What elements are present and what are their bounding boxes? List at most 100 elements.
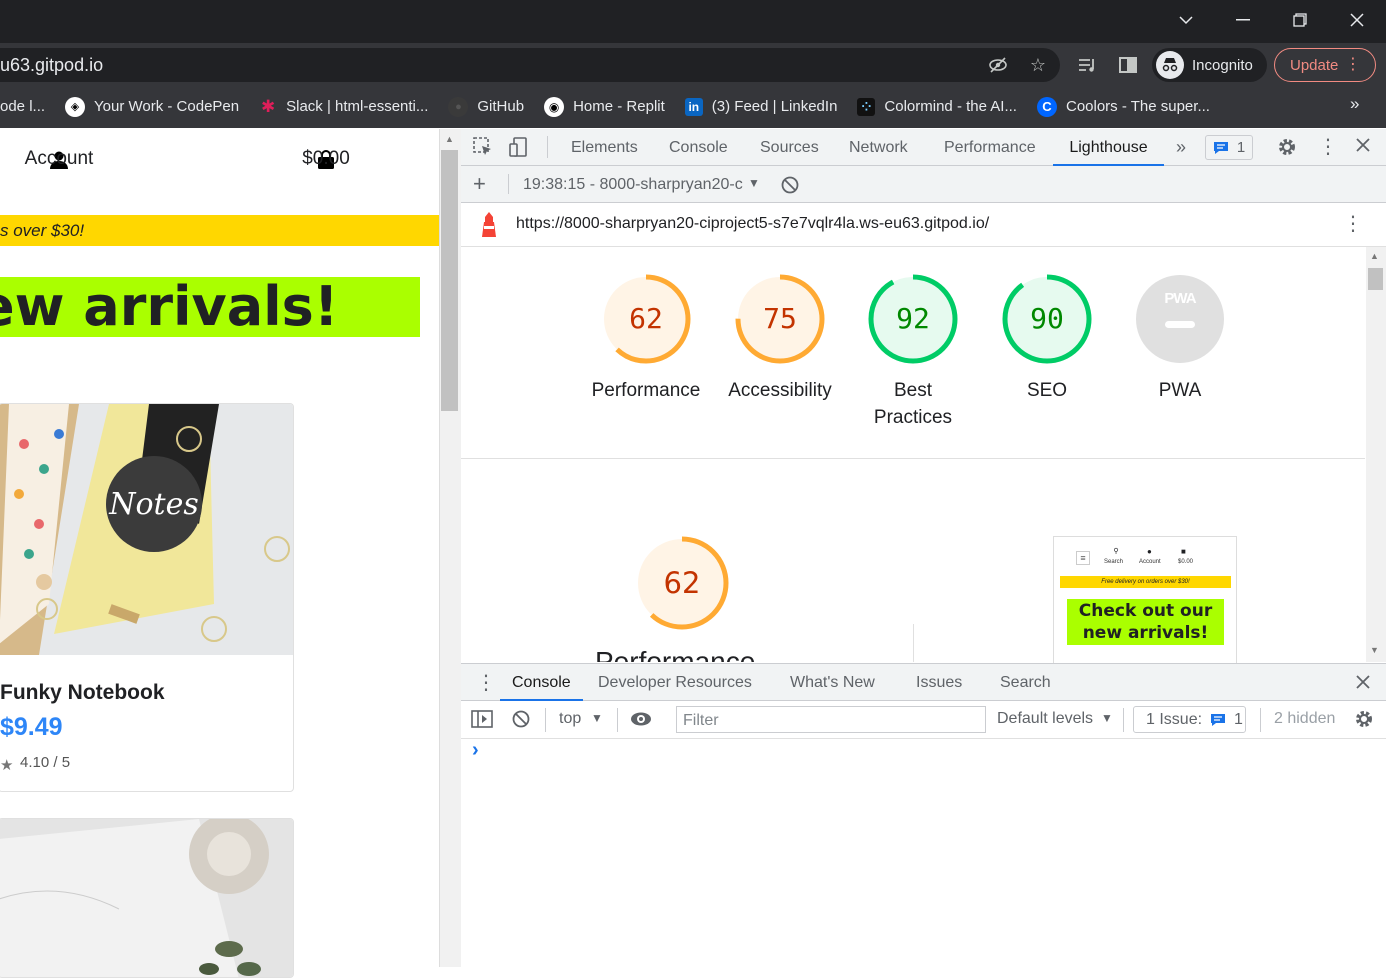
scroll-down-icon[interactable]: ▼ <box>1370 645 1379 655</box>
coolors-icon: C <box>1036 96 1057 117</box>
thumb-account-icon: ● <box>1147 547 1152 556</box>
url-text[interactable]: u63.gitpod.io <box>0 55 103 76</box>
bookmark-label: Your Work - CodePen <box>94 98 240 115</box>
console-filter-input[interactable]: Filter <box>676 706 986 733</box>
log-levels-dropdown[interactable]: Default levels <box>997 710 1093 728</box>
toolbar-divider <box>545 708 546 732</box>
pwa-gauge[interactable]: PWA <box>1134 273 1226 365</box>
bookmark-label: Slack | html-essenti... <box>286 98 429 115</box>
thumb-account-label: Account <box>1139 559 1161 565</box>
toolbar-divider <box>1260 708 1261 732</box>
more-tabs-icon[interactable]: » <box>1176 129 1186 166</box>
bookmark-item[interactable]: in (3) Feed | LinkedIn <box>684 97 838 116</box>
minimize-icon[interactable] <box>1214 0 1271 40</box>
bookmark-item[interactable]: ✱ Slack | html-essenti... <box>259 96 429 116</box>
tab-lighthouse[interactable]: Lighthouse <box>1053 129 1164 166</box>
report-dropdown-icon[interactable]: ▼ <box>748 176 760 190</box>
tab-sources[interactable]: Sources <box>760 129 819 166</box>
scroll-up-icon[interactable]: ▲ <box>1370 251 1379 261</box>
bookmark-item[interactable]: ⁘ Colormind - the AI... <box>857 97 1017 116</box>
scroll-up-icon[interactable]: ▲ <box>445 134 454 144</box>
issues-counter-button[interactable]: 1 <box>1205 135 1253 160</box>
codepen-icon: ◈ <box>65 96 86 117</box>
notes-image-text: Notes <box>108 487 199 522</box>
close-devtools-icon[interactable] <box>1355 137 1371 158</box>
media-queue-icon[interactable] <box>1074 51 1102 79</box>
console-settings-gear-icon[interactable] <box>1354 709 1374 734</box>
bookmark-item[interactable]: ◉ Home - Replit <box>544 96 665 117</box>
seo-label: SEO <box>1026 380 1068 401</box>
drawer-menu-icon[interactable]: ⋮ <box>476 670 496 695</box>
bookmark-item[interactable]: ◈ Your Work - CodePen <box>65 96 240 117</box>
tab-performance[interactable]: Performance <box>944 129 1036 166</box>
cart-total[interactable]: $0.00 <box>266 148 386 170</box>
thumb-cart-label: $0.00 <box>1178 559 1194 565</box>
omnibox[interactable] <box>0 48 1060 82</box>
tab-elements[interactable]: Elements <box>571 129 638 166</box>
live-expression-eye-icon[interactable] <box>630 711 652 732</box>
page-scrollbar-thumb[interactable] <box>441 150 458 411</box>
product-image[interactable] <box>0 819 294 978</box>
product-name[interactable]: Funky Notebook <box>0 681 165 705</box>
console-prompt-icon[interactable]: › <box>472 739 479 762</box>
more-bookmarks-icon[interactable]: » <box>1350 94 1359 114</box>
incognito-profile-button[interactable]: Incognito <box>1152 48 1267 82</box>
devtools-menu-icon[interactable]: ⋮ <box>1318 134 1338 159</box>
report-selector[interactable]: 19:38:15 - 8000-sharpryan20-c <box>523 176 745 194</box>
seo-gauge[interactable]: 90 <box>1001 273 1093 365</box>
bookmark-star-icon[interactable]: ☆ <box>1024 51 1052 79</box>
tab-search-icon[interactable] <box>1157 0 1214 40</box>
tab-network[interactable]: Network <box>849 129 908 166</box>
report-scrollbar-thumb[interactable] <box>1368 268 1383 290</box>
settings-gear-icon[interactable] <box>1277 137 1297 162</box>
context-selector[interactable]: top <box>559 710 581 728</box>
inspect-element-icon[interactable] <box>473 137 493 162</box>
drawer-tab-search[interactable]: Search <box>1000 664 1051 701</box>
thumb-promo: Free delivery on orders over $30! <box>1060 576 1231 588</box>
best-practices-gauge[interactable]: 92 <box>867 273 959 365</box>
product-image[interactable]: Notes <box>0 404 294 655</box>
clear-console-icon[interactable] <box>512 710 530 733</box>
drawer-tab-whats-new[interactable]: What's New <box>790 664 875 701</box>
bookmark-item[interactable]: ode l... <box>0 98 45 115</box>
close-window-icon[interactable] <box>1328 0 1385 40</box>
console-issues-label: 1 Issue: <box>1146 710 1203 728</box>
replit-icon: ◉ <box>544 96 565 117</box>
best-practices-text: Best Practices <box>873 380 953 428</box>
bookmark-item[interactable]: ● GitHub <box>448 96 525 117</box>
audited-url[interactable]: https://8000-sharpryan20-ciproject5-s7e7… <box>516 215 989 233</box>
toolbar-divider <box>547 136 548 158</box>
accessibility-gauge[interactable]: 75 <box>734 273 826 365</box>
close-drawer-icon[interactable] <box>1355 674 1371 695</box>
tracking-blocked-icon[interactable] <box>984 51 1012 79</box>
report-scrollbar[interactable] <box>1366 247 1386 662</box>
restore-icon[interactable] <box>1271 0 1328 40</box>
accessibility-score: 75 <box>763 302 797 335</box>
drawer-tab-developer-resources[interactable]: Developer Resources <box>598 664 752 701</box>
context-dropdown-icon[interactable]: ▼ <box>591 711 603 725</box>
new-report-icon[interactable]: + <box>473 172 486 196</box>
bookmarks-bar: ode l... ◈ Your Work - CodePen ✱ Slack |… <box>0 85 1386 128</box>
update-button[interactable]: Update ⋮ <box>1274 48 1376 82</box>
bookmark-item[interactable]: C Coolors - The super... <box>1036 96 1210 117</box>
accessibility-label: Accessibility <box>728 380 832 401</box>
show-sidebar-icon[interactable] <box>471 710 493 733</box>
drawer-tab-issues[interactable]: Issues <box>916 664 962 701</box>
thumb-menu-icon: ≡ <box>1076 551 1090 565</box>
side-panel-icon[interactable] <box>1114 51 1142 79</box>
performance-gauge[interactable]: 62 <box>600 273 692 365</box>
clear-reports-icon[interactable] <box>781 176 799 199</box>
page-screenshot-thumbnail[interactable]: ≡ ⚲ Search ● Account ■ $0.00 Free delive… <box>1053 536 1237 663</box>
console-issues-button[interactable]: 1 Issue: 1 <box>1133 706 1246 733</box>
bookmark-label: GitHub <box>477 98 525 115</box>
bookmark-label: Home - Replit <box>573 98 665 115</box>
tab-console[interactable]: Console <box>669 129 728 166</box>
levels-dropdown-icon[interactable]: ▼ <box>1101 711 1113 725</box>
drawer-tab-console[interactable]: Console <box>500 664 583 701</box>
account-link[interactable]: Account <box>0 148 118 170</box>
device-toolbar-icon[interactable] <box>509 137 529 162</box>
product-card[interactable] <box>0 818 294 978</box>
slack-icon: ✱ <box>260 96 276 116</box>
bookmark-label: (3) Feed | LinkedIn <box>711 98 838 115</box>
report-menu-icon[interactable]: ⋮ <box>1343 211 1363 236</box>
